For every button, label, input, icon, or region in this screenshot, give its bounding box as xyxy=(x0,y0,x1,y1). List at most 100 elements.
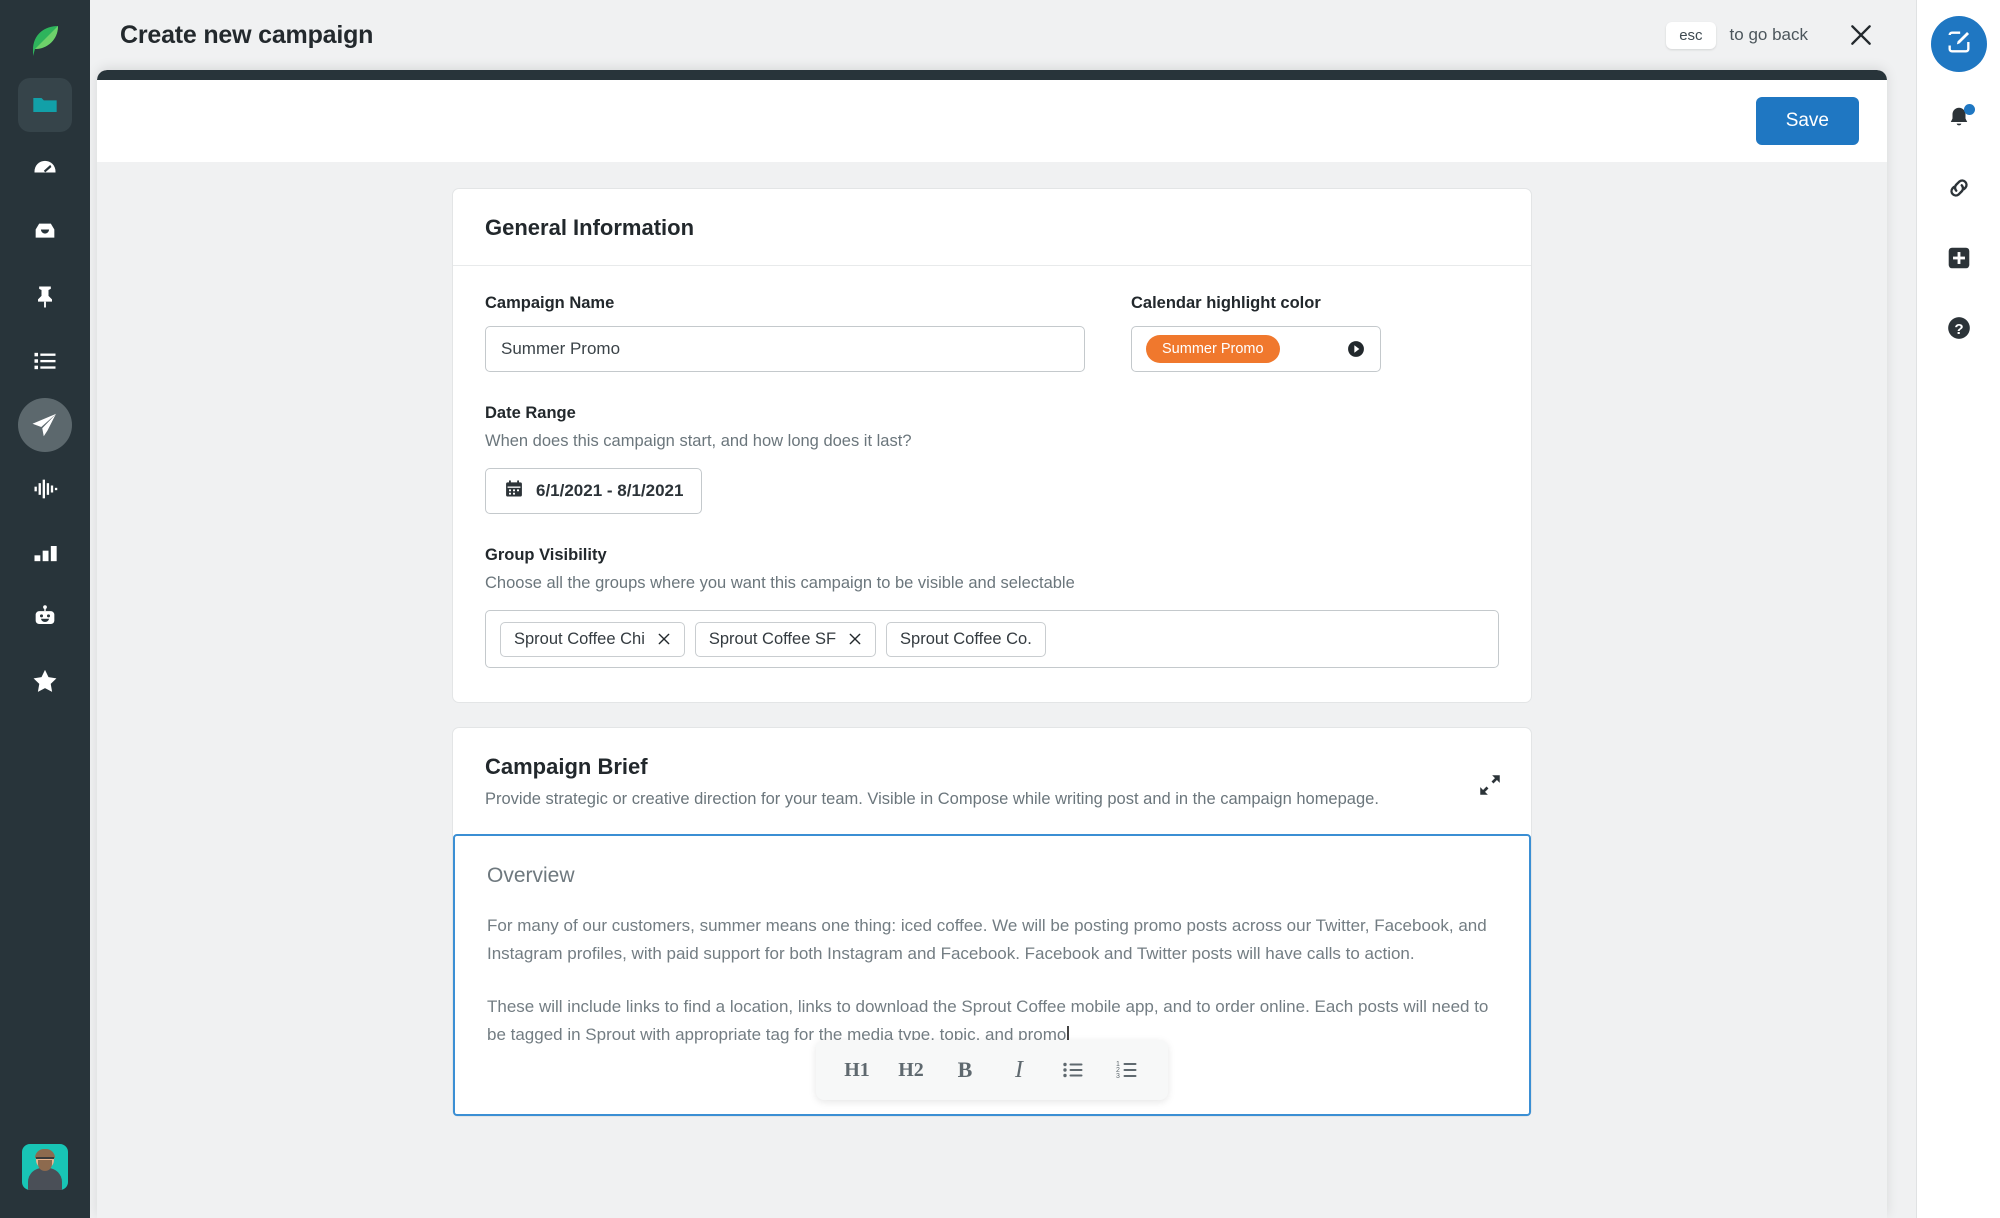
group-token-label: Sprout Coffee Co. xyxy=(900,629,1032,648)
panel-body: General Information Campaign Name Calend… xyxy=(97,162,1887,1218)
sidebar-item-inbox[interactable] xyxy=(18,206,72,260)
group-token-label: Sprout Coffee Chi xyxy=(514,629,645,648)
italic-button[interactable]: I xyxy=(996,1050,1042,1090)
editor-heading: Overview xyxy=(487,864,575,888)
general-information-header: General Information xyxy=(453,189,1531,266)
campaign-name-group: Campaign Name xyxy=(485,294,1085,372)
left-nav-items xyxy=(0,78,90,708)
general-information-body: Campaign Name Calendar highlight color S… xyxy=(453,266,1531,702)
editor-paragraph-1: For many of our customers, summer means … xyxy=(487,916,1487,963)
question-circle-icon: ? xyxy=(1946,315,1972,346)
campaign-brief-editor[interactable]: Overview For many of our customers, summ… xyxy=(453,834,1531,1117)
group-token-label: Sprout Coffee SF xyxy=(708,629,837,648)
sidebar-item-reports[interactable] xyxy=(18,526,72,580)
sidebar-item-listening[interactable] xyxy=(18,462,72,516)
editor-paragraph-2-text: These will include links to find a locat… xyxy=(487,997,1489,1044)
notifications-button[interactable] xyxy=(1937,98,1981,142)
date-range-value: 6/1/2021 - 8/1/2021 xyxy=(536,481,684,501)
remove-token-icon[interactable] xyxy=(848,632,862,646)
campaign-name-input[interactable] xyxy=(485,326,1085,372)
group-token[interactable]: Sprout Coffee SF xyxy=(694,621,877,657)
compose-pencil-icon xyxy=(1945,28,1973,61)
general-information-title: General Information xyxy=(485,215,695,240)
avatar-body xyxy=(28,1168,62,1190)
group-token[interactable]: Sprout Coffee Chi xyxy=(500,621,685,657)
group-visibility-group: Group Visibility Choose all the groups w… xyxy=(485,546,1499,669)
link-icon xyxy=(1946,175,1972,206)
campaign-modal-panel: Save General Information Campaign Name S… xyxy=(97,70,1887,1218)
calendar-color-label: Calendar highlight color xyxy=(1131,294,1321,312)
sidebar-item-publishing[interactable] xyxy=(18,398,72,452)
numbered-list-button[interactable]: 1 2 3 xyxy=(1104,1050,1150,1090)
name-and-color-row: Campaign Name Calendar highlight color S… xyxy=(485,294,1499,372)
bulleted-list-button[interactable] xyxy=(1050,1050,1096,1090)
campaign-brief-title: Campaign Brief xyxy=(485,754,648,780)
inbox-icon xyxy=(31,219,59,247)
folder-icon xyxy=(31,91,59,119)
modal-header: Create new campaign esc to go back xyxy=(90,0,1916,70)
calendar-color-group: Calendar highlight color Summer Promo xyxy=(1131,294,1381,372)
group-visibility-token-field[interactable]: Sprout Coffee Chi Sprout Coffee SF Sprou… xyxy=(485,610,1499,669)
list-icon xyxy=(31,347,59,375)
campaign-name-label: Campaign Name xyxy=(485,294,615,312)
plus-square-icon xyxy=(1946,245,1972,276)
sidebar-item-reviews[interactable] xyxy=(18,654,72,708)
caret-right-circle-icon xyxy=(1346,339,1366,359)
bar-chart-icon xyxy=(31,539,59,567)
paper-plane-icon xyxy=(30,410,60,440)
main-area: Create new campaign esc to go back Save xyxy=(90,0,1916,1218)
svg-text:?: ? xyxy=(1954,320,1963,337)
pulse-waveform-icon xyxy=(31,475,59,503)
calendar-color-chip: Summer Promo xyxy=(1146,335,1280,363)
sidebar-item-bots[interactable] xyxy=(18,590,72,644)
sidebar-item-dashboard[interactable] xyxy=(18,142,72,196)
group-token[interactable]: Sprout Coffee Co. xyxy=(886,621,1046,657)
campaign-brief-subtitle: Provide strategic or creative direction … xyxy=(485,790,1379,809)
esc-hint-label: to go back xyxy=(1729,25,1808,44)
group-visibility-label: Group Visibility xyxy=(485,546,607,565)
page-title: Create new campaign xyxy=(120,20,374,49)
header-actions: esc to go back xyxy=(1666,21,1874,49)
left-navigation xyxy=(0,0,90,1218)
sidebar-item-tasks-list[interactable] xyxy=(18,334,72,388)
campaign-brief-header: Campaign Brief Provide strategic or crea… xyxy=(453,728,1531,834)
group-visibility-help: Choose all the groups where you want thi… xyxy=(485,574,1075,593)
expand-diagonal-icon[interactable] xyxy=(1477,772,1503,803)
right-rail: ? xyxy=(1916,0,2000,1218)
sidebar-item-pin[interactable] xyxy=(18,270,72,324)
avatar-glasses xyxy=(36,1157,54,1161)
format-toolbar: H1 H2 B I 1 2 3 xyxy=(816,1040,1168,1101)
link-shortener-button[interactable] xyxy=(1937,168,1981,212)
notification-badge-dot xyxy=(1963,104,1975,115)
campaign-brief-card: Campaign Brief Provide strategic or crea… xyxy=(452,727,1532,1118)
app-root: Create new campaign esc to go back Save xyxy=(0,0,2000,1218)
user-avatar[interactable] xyxy=(22,1144,68,1190)
close-icon[interactable] xyxy=(1848,22,1874,48)
add-new-button[interactable] xyxy=(1937,238,1981,282)
content-column: General Information Campaign Name Calend… xyxy=(452,188,1532,1118)
heading-2-button[interactable]: H2 xyxy=(888,1050,934,1090)
panel-top-strip xyxy=(97,70,1887,80)
pin-icon xyxy=(31,283,59,311)
bold-button[interactable]: B xyxy=(942,1050,988,1090)
calendar-color-select[interactable]: Summer Promo xyxy=(1131,326,1381,372)
esc-key-badge: esc xyxy=(1666,21,1716,49)
panel-action-bar: Save xyxy=(97,80,1887,162)
sprout-leaf-logo[interactable] xyxy=(23,18,67,62)
save-button[interactable]: Save xyxy=(1755,97,1859,145)
date-range-help: When does this campaign start, and how l… xyxy=(485,432,912,450)
compose-button[interactable] xyxy=(1930,16,1987,72)
bot-icon xyxy=(31,603,59,631)
help-button[interactable]: ? xyxy=(1937,308,1981,352)
sidebar-item-folder[interactable] xyxy=(18,78,72,132)
date-range-group: Date Range When does this campaign start… xyxy=(485,404,1499,515)
svg-text:3: 3 xyxy=(1116,1073,1120,1080)
date-range-label: Date Range xyxy=(485,404,576,422)
calendar-icon xyxy=(504,479,524,504)
heading-1-button[interactable]: H1 xyxy=(834,1050,880,1090)
star-half-icon xyxy=(31,667,59,695)
remove-token-icon[interactable] xyxy=(657,632,671,646)
general-information-card: General Information Campaign Name Calend… xyxy=(452,188,1532,704)
dashboard-speedometer-icon xyxy=(31,155,59,183)
date-range-picker[interactable]: 6/1/2021 - 8/1/2021 xyxy=(485,468,703,515)
